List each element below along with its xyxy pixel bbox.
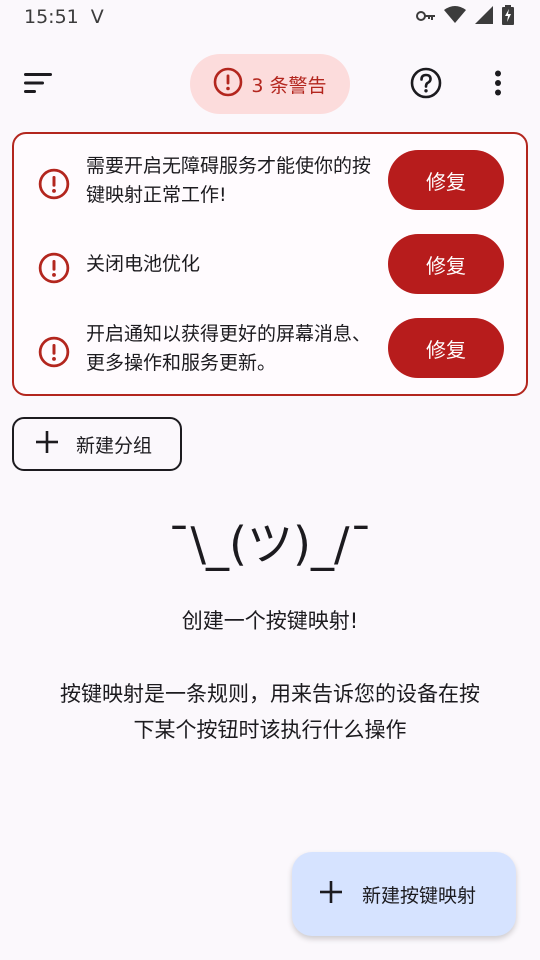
new-group-button[interactable]: 新建分组 bbox=[12, 417, 182, 471]
error-icon bbox=[38, 252, 70, 284]
battery-charging-icon bbox=[502, 4, 514, 30]
more-vert-icon bbox=[494, 70, 502, 100]
help-button[interactable] bbox=[404, 63, 448, 107]
status-time: 15:51 bbox=[24, 6, 79, 28]
error-icon bbox=[213, 67, 243, 102]
warning-text: 需要开启无障碍服务才能使你的按键映射正常工作! bbox=[86, 155, 372, 206]
signal-icon bbox=[474, 5, 494, 30]
fix-button[interactable]: 修复 bbox=[388, 234, 504, 294]
help-circle-icon bbox=[410, 67, 442, 103]
warning-text: 关闭电池优化 bbox=[86, 253, 201, 275]
more-options-button[interactable] bbox=[476, 63, 520, 107]
warning-row-battery: 关闭电池优化 修复 bbox=[14, 226, 526, 304]
fix-button[interactable]: 修复 bbox=[388, 150, 504, 210]
plus-icon bbox=[36, 430, 58, 458]
warnings-chip-label: 3 条警告 bbox=[251, 74, 327, 97]
app-screen: 15:51 V 3 条警告 需要开启无障碍服务才能使你的按键映射正常工作! 修复… bbox=[0, 0, 540, 960]
key-icon bbox=[416, 6, 436, 28]
warning-text: 开启通知以获得更好的屏幕消息、更多操作和服务更新。 bbox=[86, 323, 372, 374]
new-key-map-fab[interactable]: 新建按键映射 bbox=[292, 852, 516, 936]
new-group-label: 新建分组 bbox=[76, 434, 153, 457]
status-v-glyph: V bbox=[90, 6, 104, 28]
empty-state-title: 创建一个按键映射! bbox=[181, 609, 359, 633]
status-bar: 15:51 V bbox=[0, 0, 540, 34]
warning-row-accessibility: 需要开启无障碍服务才能使你的按键映射正常工作! 修复 bbox=[14, 142, 526, 220]
sort-menu-button[interactable] bbox=[16, 63, 60, 107]
sort-menu-icon bbox=[24, 72, 52, 98]
empty-state-description: 按键映射是一条规则，用来告诉您的设备在按下某个按钮时该执行什么操作 bbox=[60, 682, 480, 742]
warning-row-notifications: 开启通知以获得更好的屏幕消息、更多操作和服务更新。 修复 bbox=[14, 310, 526, 388]
warnings-chip[interactable]: 3 条警告 bbox=[190, 54, 350, 114]
error-icon bbox=[38, 168, 70, 200]
warnings-card: 需要开启无障碍服务才能使你的按键映射正常工作! 修复 关闭电池优化 修复 开启通… bbox=[12, 132, 528, 396]
plus-icon bbox=[320, 880, 342, 908]
wifi-icon bbox=[444, 5, 466, 29]
fix-button[interactable]: 修复 bbox=[388, 318, 504, 378]
shrug-emoticon: ¯\_(ツ)_/¯ bbox=[167, 517, 373, 571]
new-key-map-label: 新建按键映射 bbox=[362, 884, 477, 907]
top-app-bar: 3 条警告 bbox=[0, 50, 540, 120]
error-icon bbox=[38, 336, 70, 368]
